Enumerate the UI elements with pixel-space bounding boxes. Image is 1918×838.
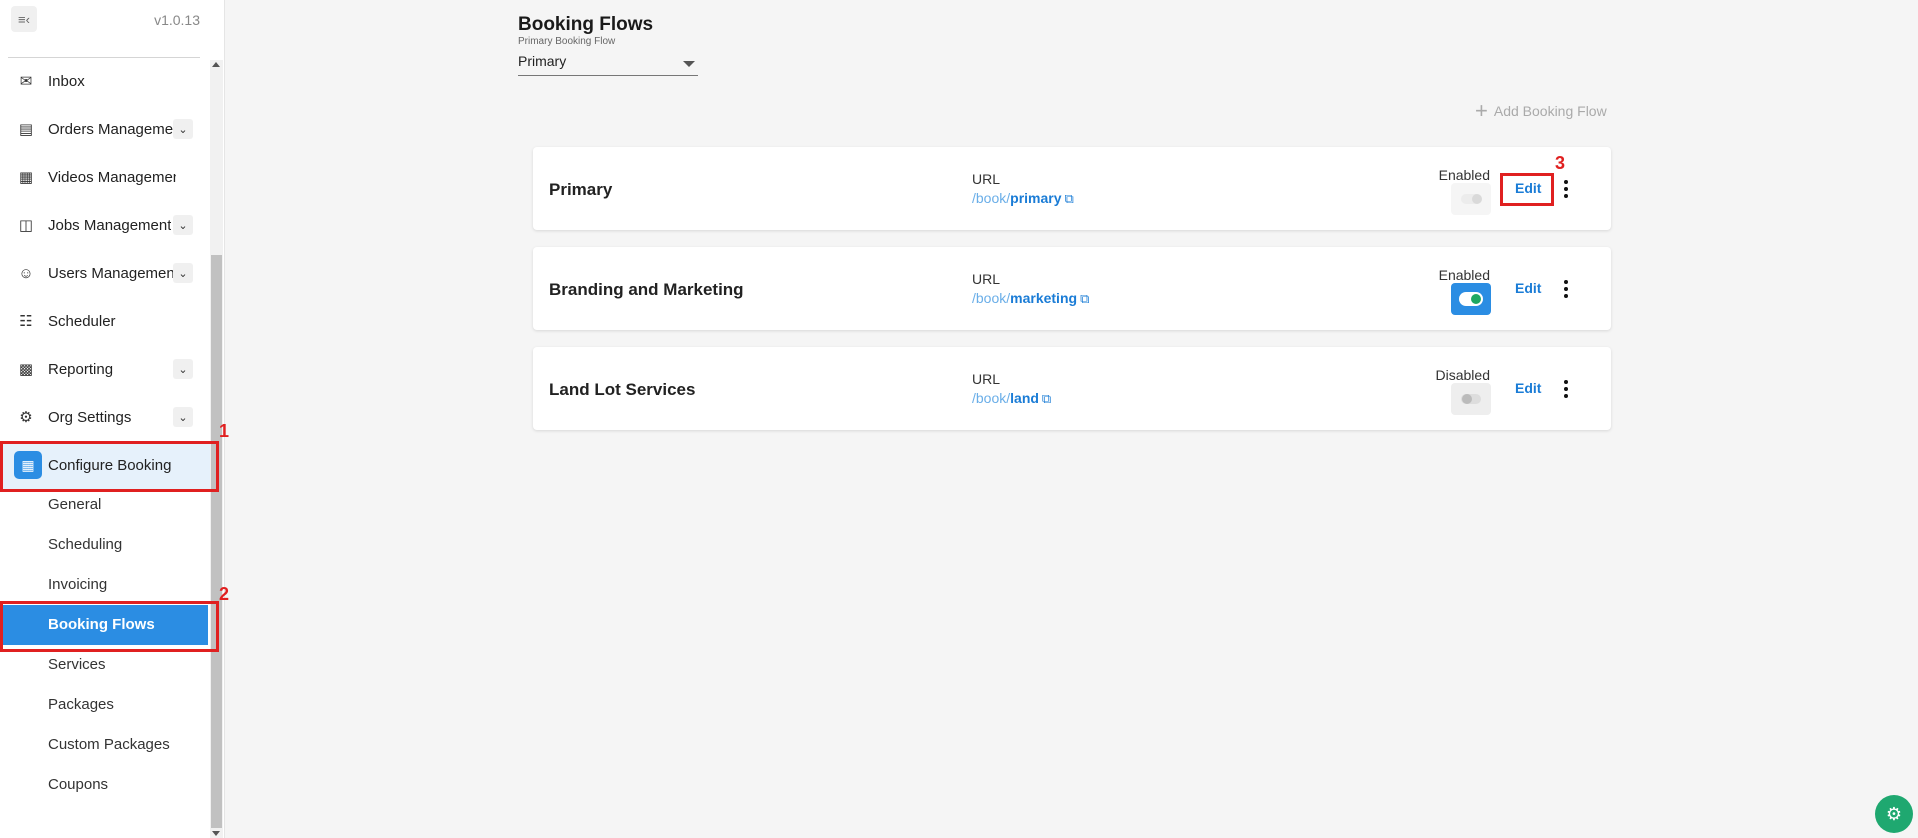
collapse-sidebar-icon[interactable]: ≡‹ <box>11 6 37 32</box>
sidebar-header: ≡‹ v1.0.13 <box>0 0 210 58</box>
reporting-icon: ▩ <box>18 361 34 378</box>
users-icon: ☺ <box>18 264 34 282</box>
scroll-down-arrow-icon[interactable] <box>212 831 220 836</box>
flow-status: Enabled <box>1438 167 1490 183</box>
subitem-invoicing[interactable]: Invoicing <box>48 576 107 593</box>
subitem-services[interactable]: Services <box>48 656 106 673</box>
url-slug: land <box>1010 390 1039 406</box>
subitem-packages[interactable]: Packages <box>48 696 114 713</box>
more-options-icon[interactable] <box>1563 180 1569 198</box>
booking-flow-card-primary: Primary URL /book/primary ⧉ Enabled Edit <box>533 147 1611 230</box>
sidebar-item-orders[interactable]: ▤ Orders Management ⌄ <box>0 107 206 151</box>
flow-url-link[interactable]: /book/marketing ⧉ <box>972 290 1089 307</box>
enabled-toggle[interactable] <box>1451 283 1491 315</box>
main-content: Booking Flows Primary Booking Flow Prima… <box>226 0 1918 838</box>
chevron-down-icon[interactable]: ⌄ <box>173 263 193 283</box>
subitem-coupons[interactable]: Coupons <box>48 776 108 793</box>
url-label: URL <box>972 371 1001 387</box>
booking-flow-card-marketing: Branding and Marketing URL /book/marketi… <box>533 247 1611 330</box>
sidebar-divider <box>8 57 200 58</box>
scheduler-icon: ☷ <box>19 313 33 330</box>
highlight-box-configure-booking <box>0 441 219 492</box>
edit-button[interactable]: Edit <box>1515 280 1541 296</box>
url-prefix: /book/ <box>972 390 1011 406</box>
sidebar-item-label: Jobs Management <box>48 216 172 234</box>
url-label: URL <box>972 271 1001 287</box>
sidebar-item-label: Org Settings <box>48 408 132 426</box>
url-slug: primary <box>1010 190 1062 206</box>
annotation-number-3: 3 <box>1555 153 1566 173</box>
sidebar-scrollbar-thumb[interactable] <box>211 255 222 828</box>
sidebar-item-label: Reporting <box>48 360 114 378</box>
sidebar-item-org-settings[interactable]: ⚙ Org Settings ⌄ <box>0 395 206 439</box>
booking-flow-card-land: Land Lot Services URL /book/land ⧉ Disabl… <box>533 347 1611 430</box>
gear-icon: ⚙ <box>19 409 33 426</box>
sidebar: ≡‹ v1.0.13 ✉ Inbox ▤ Orders Management ⌄… <box>0 0 225 838</box>
url-label: URL <box>972 171 1001 187</box>
sidebar-item-jobs[interactable]: ◫ Jobs Management ⌄ <box>0 203 206 247</box>
booking-flow-select[interactable]: Primary <box>518 53 566 69</box>
subitem-scheduling[interactable]: Scheduling <box>48 536 122 553</box>
sidebar-item-users[interactable]: ☺ Users Management ⌄ <box>0 251 206 295</box>
more-options-icon[interactable] <box>1563 280 1569 298</box>
enabled-toggle[interactable] <box>1451 383 1491 415</box>
sidebar-item-label: Videos Management <box>48 168 176 186</box>
edit-button[interactable]: Edit <box>1515 380 1541 396</box>
select-underline <box>518 75 698 76</box>
more-options-icon[interactable] <box>1563 380 1569 398</box>
flow-name: Branding and Marketing <box>549 280 744 299</box>
add-booking-flow-button[interactable]: + Add Booking Flow <box>1475 98 1607 123</box>
videos-icon: ▦ <box>18 169 34 186</box>
external-link-icon: ⧉ <box>1064 191 1074 206</box>
highlight-box-booking-flows <box>0 601 219 652</box>
sidebar-item-inbox[interactable]: ✉ Inbox <box>0 59 206 103</box>
sidebar-item-scheduler[interactable]: ☷ Scheduler <box>0 299 206 343</box>
dropdown-caret-icon[interactable] <box>683 61 695 67</box>
sidebar-item-reporting[interactable]: ▩ Reporting ⌄ <box>0 347 206 391</box>
page-title: Booking Flows <box>518 14 654 35</box>
sidebar-item-videos[interactable]: ▦ Videos Management <box>0 155 206 199</box>
sidebar-item-label: Inbox <box>48 72 85 90</box>
flow-status: Enabled <box>1438 267 1490 283</box>
flow-url-link[interactable]: /book/primary ⧉ <box>972 190 1074 207</box>
flow-url-link[interactable]: /book/land ⧉ <box>972 390 1051 407</box>
url-slug: marketing <box>1010 290 1078 306</box>
highlight-box-edit <box>1500 173 1554 206</box>
app-version: v1.0.13 <box>154 12 200 28</box>
bug-report-icon[interactable]: ⚙ <box>1875 795 1913 833</box>
flow-status: Disabled <box>1435 367 1490 383</box>
external-link-icon: ⧉ <box>1080 291 1090 306</box>
external-link-icon: ⧉ <box>1041 391 1052 406</box>
sidebar-item-label: Orders Management <box>48 120 176 138</box>
enabled-toggle[interactable] <box>1451 183 1491 215</box>
scroll-up-arrow-icon[interactable] <box>212 62 220 67</box>
chevron-down-icon[interactable]: ⌄ <box>173 119 193 139</box>
subitem-custom-packages[interactable]: Custom Packages <box>48 736 170 753</box>
mail-icon: ✉ <box>19 73 33 90</box>
url-prefix: /book/ <box>972 190 1011 206</box>
sidebar-item-label: Users Management <box>48 264 176 282</box>
orders-icon: ▤ <box>18 121 34 138</box>
add-booking-flow-label: Add Booking Flow <box>1493 103 1607 119</box>
sidebar-item-label: Scheduler <box>48 312 116 330</box>
subitem-general[interactable]: General <box>48 496 101 513</box>
flow-name: Primary <box>549 180 613 199</box>
flow-name: Land Lot Services <box>549 380 696 399</box>
chevron-down-icon[interactable]: ⌄ <box>173 215 193 235</box>
url-prefix: /book/ <box>972 290 1011 306</box>
chevron-down-icon[interactable]: ⌄ <box>173 359 193 379</box>
chevron-down-icon[interactable]: ⌄ <box>173 407 193 427</box>
plus-icon: + <box>1475 98 1488 123</box>
jobs-icon: ◫ <box>18 217 34 234</box>
select-label: Primary Booking Flow <box>518 36 616 47</box>
